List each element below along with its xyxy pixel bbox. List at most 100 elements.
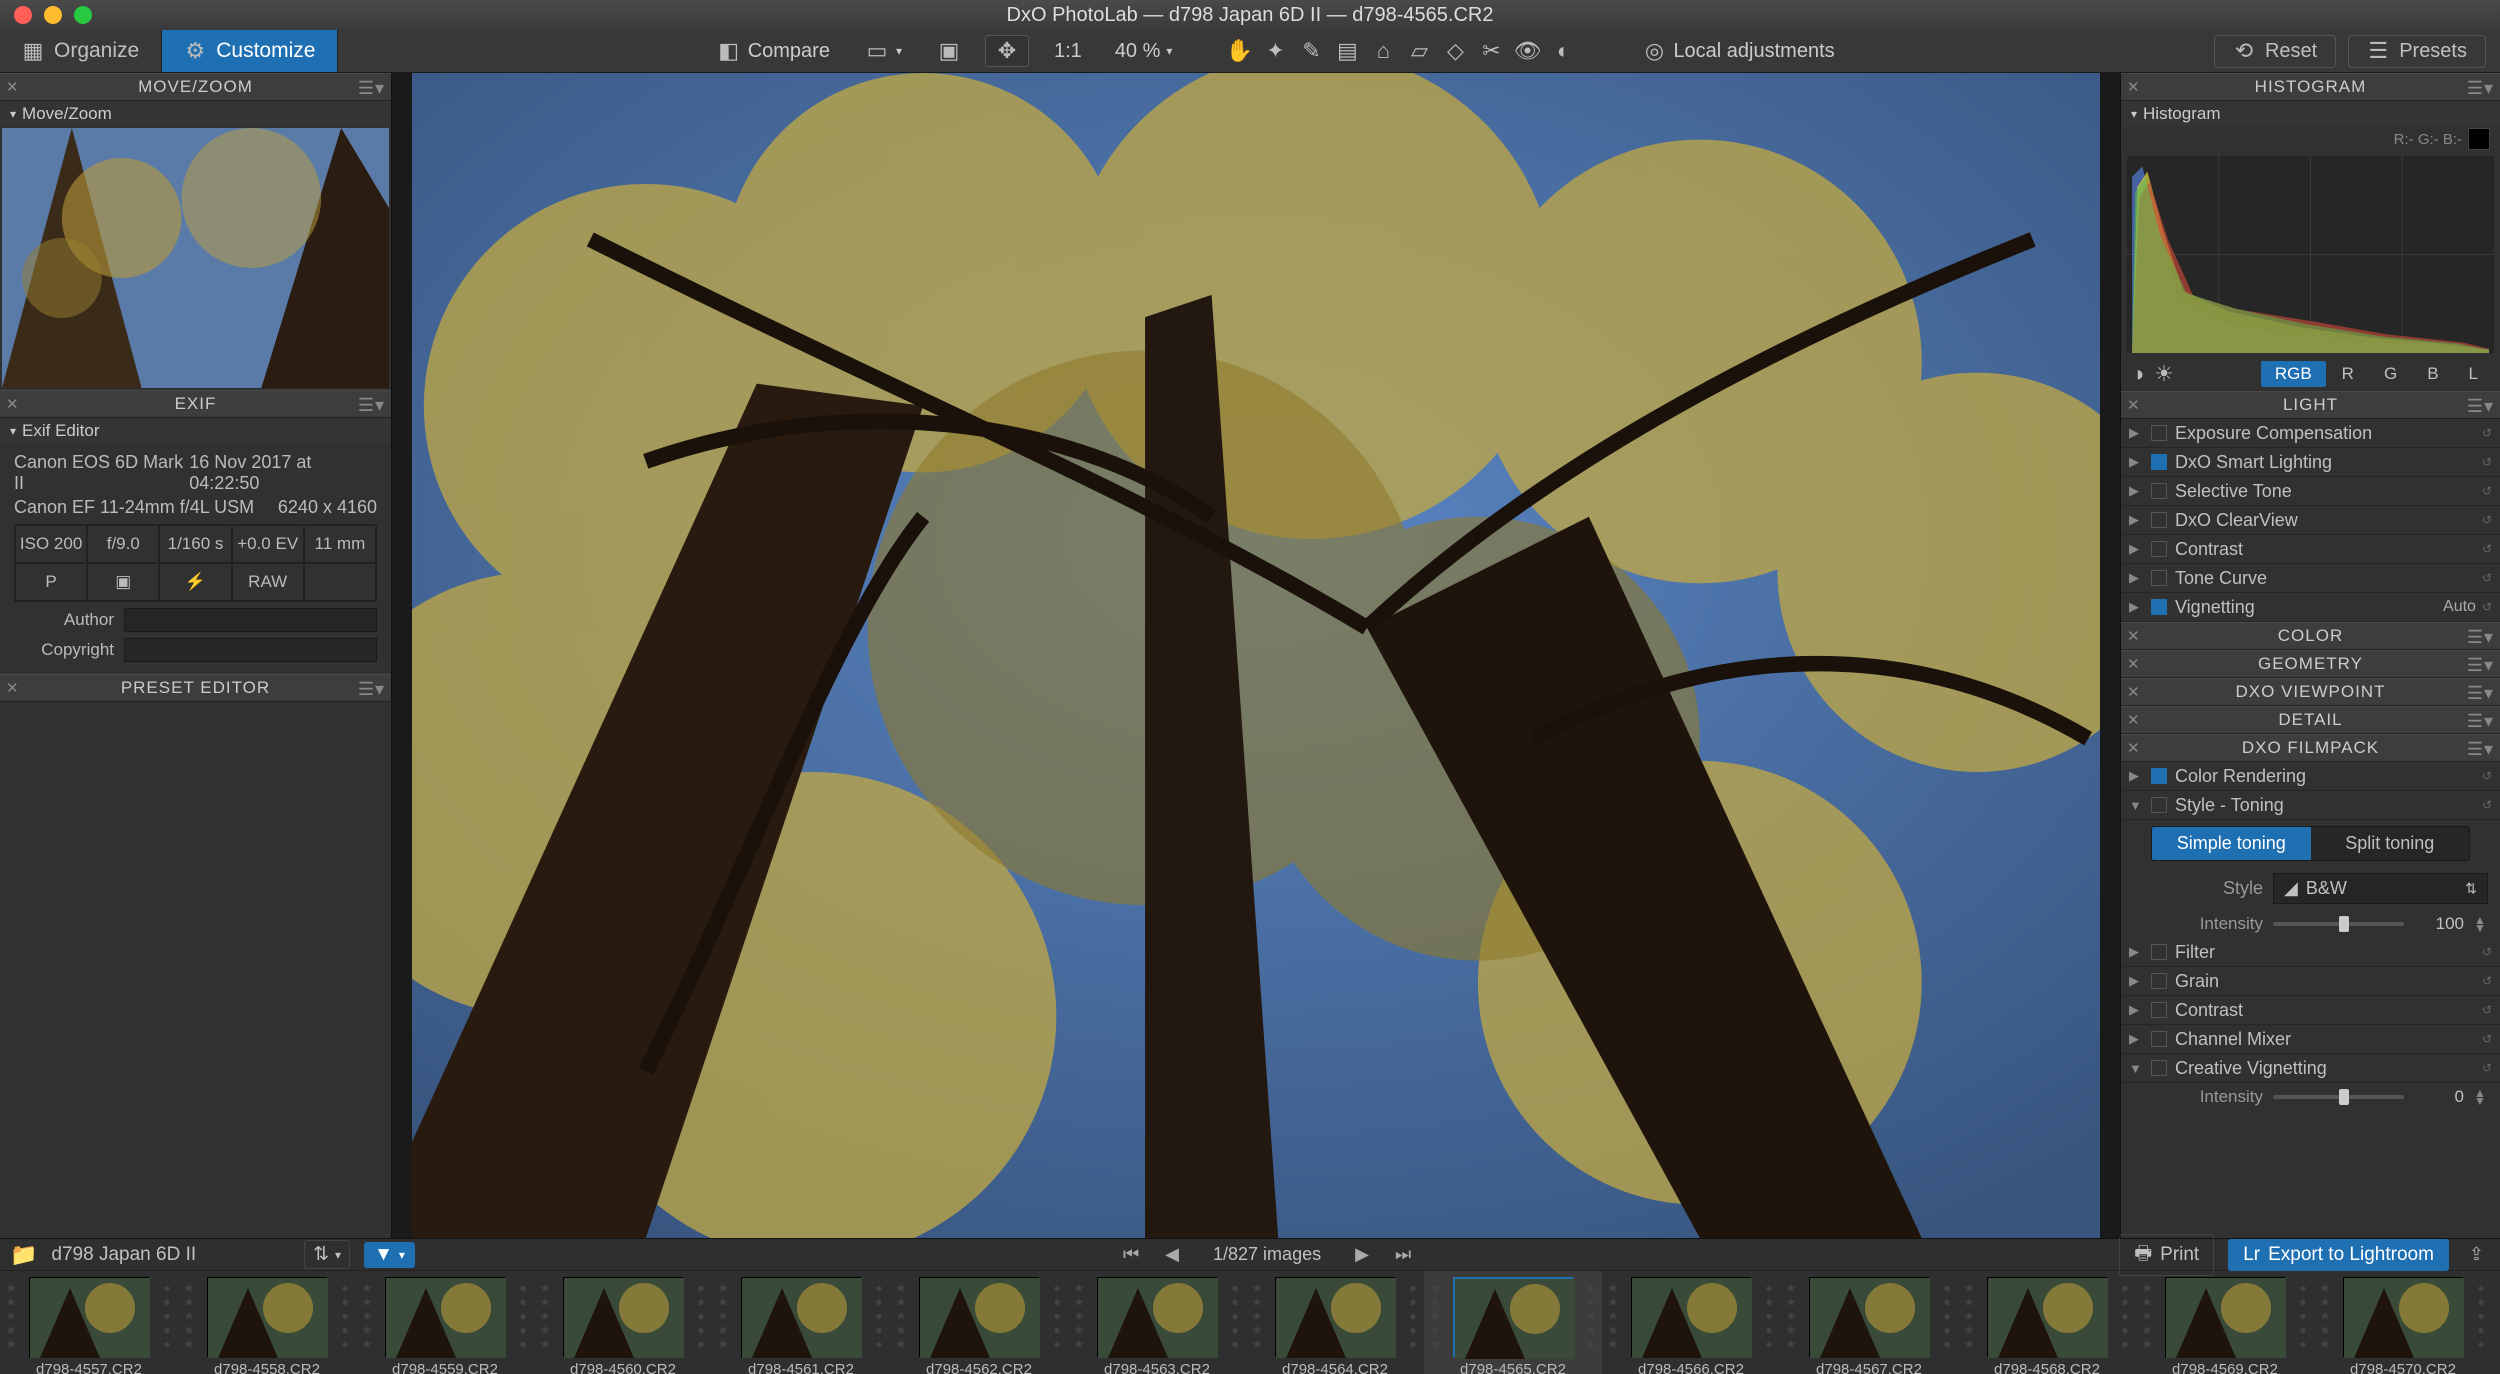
thumbnail-cell[interactable]: ★★★★★●●●●●d798-4559.CR2 <box>356 1271 534 1374</box>
export-lightroom-button[interactable]: LrExport to Lightroom <box>2228 1239 2449 1271</box>
adj-style-toning[interactable]: ▼Style - Toning↺ <box>2121 791 2500 820</box>
checkbox-icon[interactable] <box>2151 973 2167 989</box>
color-label-dots[interactable]: ●●●●● <box>1584 1281 1598 1351</box>
menu-icon[interactable]: ☰▾ <box>2467 739 2494 760</box>
close-icon[interactable]: ✕ <box>2127 627 2141 645</box>
share-button[interactable]: ⇪ <box>2463 1242 2490 1267</box>
adj-contrast[interactable]: ▶Contrast↺ <box>2121 535 2500 564</box>
thumbnail-cell[interactable]: ★★★★★●●●●●d798-4570.CR2 <box>2314 1271 2492 1374</box>
close-icon[interactable]: ✕ <box>2127 683 2141 701</box>
adj-fp-contrast[interactable]: ▶Contrast↺ <box>2121 996 2500 1025</box>
menu-icon[interactable]: ☰▾ <box>2467 78 2494 99</box>
menu-icon[interactable]: ☰▾ <box>358 78 385 99</box>
color-label-dots[interactable]: ●●●●● <box>1406 1281 1420 1351</box>
adj-creative-vignetting[interactable]: ▼Creative Vignetting↺ <box>2121 1054 2500 1083</box>
reset-icon[interactable]: ↺ <box>2482 484 2492 498</box>
redeye-tool[interactable]: ▤ <box>1336 40 1358 62</box>
thumbnail-cell[interactable]: ★★★★★●●●●●d798-4569.CR2 <box>2136 1271 2314 1374</box>
checkbox-icon[interactable] <box>2151 512 2167 528</box>
rating-stars[interactable]: ★★★★★ <box>894 1281 908 1351</box>
minimize-icon[interactable] <box>44 6 62 24</box>
thumbnail-cell[interactable]: ★★★★★●●●●●d798-4564.CR2 <box>1246 1271 1424 1374</box>
cv-intensity-slider[interactable] <box>2273 1095 2404 1099</box>
fit-button[interactable]: ▣ <box>927 35 971 67</box>
rating-stars[interactable]: ★★★★★ <box>1250 1281 1264 1351</box>
menu-icon[interactable]: ☰▾ <box>2467 683 2494 704</box>
reset-icon[interactable]: ↺ <box>2482 945 2492 959</box>
checkbox-icon[interactable] <box>2151 944 2167 960</box>
adj-smart-lighting[interactable]: ▶DxO Smart Lighting↺ <box>2121 448 2500 477</box>
menu-icon[interactable]: ☰▾ <box>2467 627 2494 648</box>
prev-button[interactable]: ◀ <box>1159 1242 1185 1267</box>
rating-stars[interactable]: ★★★★★ <box>360 1281 374 1351</box>
menu-icon[interactable]: ☰▾ <box>2467 655 2494 676</box>
compare-button[interactable]: ◧ Compare <box>707 35 841 68</box>
channel-l[interactable]: L <box>2455 361 2492 387</box>
zoom-dropdown[interactable]: 40 %▾ <box>1107 40 1181 63</box>
wand-tool[interactable]: ✦ <box>1264 40 1286 62</box>
close-icon[interactable] <box>14 6 32 24</box>
print-button[interactable]: 🖶Print <box>2119 1234 2214 1276</box>
sort-button[interactable]: ⇅ ▾ <box>304 1240 350 1269</box>
menu-icon[interactable]: ☰▾ <box>2467 711 2494 732</box>
rating-stars[interactable]: ★★★★★ <box>2140 1281 2154 1351</box>
rating-stars[interactable]: ★★★★★ <box>182 1281 196 1351</box>
reset-icon[interactable]: ↺ <box>2482 571 2492 585</box>
adj-color-rendering[interactable]: ▶Color Rendering↺ <box>2121 762 2500 791</box>
checkbox-icon[interactable] <box>2151 797 2167 813</box>
crop-tool[interactable]: ⌂ <box>1372 40 1394 62</box>
close-icon[interactable]: ✕ <box>2127 396 2141 414</box>
thumbnail-cell[interactable]: ★★★★★●●●●●d798-4562.CR2 <box>890 1271 1068 1374</box>
thumbnail-cell[interactable]: ★★★★★●●●●●d798-4560.CR2 <box>534 1271 712 1374</box>
color-label-dots[interactable]: ●●●●● <box>1050 1281 1064 1351</box>
channel-g[interactable]: G <box>2370 361 2411 387</box>
layout-dropdown[interactable]: ▭▾ <box>855 35 913 67</box>
movezoom-subheader[interactable]: ▾ Move/Zoom <box>0 101 391 126</box>
color-label-dots[interactable]: ●●●●● <box>2118 1281 2132 1351</box>
close-icon[interactable]: ✕ <box>2127 739 2141 757</box>
color-label-dots[interactable]: ●●●●● <box>2474 1281 2488 1351</box>
channel-b[interactable]: B <box>2413 361 2452 387</box>
adj-clearview[interactable]: ▶DxO ClearView↺ <box>2121 506 2500 535</box>
color-label-dots[interactable]: ●●●●● <box>1762 1281 1776 1351</box>
checkbox-icon[interactable] <box>2151 1002 2167 1018</box>
perspective-tool[interactable]: ◇ <box>1444 40 1466 62</box>
repair-tool[interactable]: ✂ <box>1480 40 1502 62</box>
author-field[interactable] <box>124 608 377 632</box>
color-label-dots[interactable]: ●●●●● <box>2296 1281 2310 1351</box>
rating-stars[interactable]: ★★★★★ <box>2318 1281 2332 1351</box>
intensity-slider[interactable] <box>2273 922 2404 926</box>
rating-stars[interactable]: ★★★★★ <box>1072 1281 1086 1351</box>
rating-stars[interactable]: ★★★★★ <box>1962 1281 1976 1351</box>
reset-icon[interactable]: ↺ <box>2482 455 2492 469</box>
rating-stars[interactable]: ★★★★★ <box>1606 1281 1620 1351</box>
stepper-icon[interactable]: ▲▼ <box>2474 1089 2488 1105</box>
highlight-clip-icon[interactable]: ☀ <box>2153 363 2175 385</box>
menu-icon[interactable]: ☰▾ <box>2467 396 2494 417</box>
navigator-preview[interactable] <box>2 128 389 388</box>
preview-toggle[interactable]: 👁 <box>1516 40 1538 62</box>
reset-icon[interactable]: ↺ <box>2482 798 2492 812</box>
thumbnail-cell[interactable]: ★★★★★●●●●●d798-4567.CR2 <box>1780 1271 1958 1374</box>
adj-vignetting[interactable]: ▶VignettingAuto↺ <box>2121 593 2500 622</box>
adj-tone-curve[interactable]: ▶Tone Curve↺ <box>2121 564 2500 593</box>
menu-icon[interactable]: ☰▾ <box>358 395 385 416</box>
reset-icon[interactable]: ↺ <box>2482 600 2492 614</box>
adj-exposure[interactable]: ▶Exposure Compensation↺ <box>2121 419 2500 448</box>
checkbox-icon[interactable] <box>2151 483 2167 499</box>
thumbnail-strip[interactable]: ★★★★★●●●●●d798-4557.CR2★★★★★●●●●●d798-45… <box>0 1271 2500 1374</box>
next-button[interactable]: ▶ <box>1349 1242 1375 1267</box>
checkbox-icon[interactable] <box>2151 570 2167 586</box>
checkbox-icon[interactable] <box>2151 768 2167 784</box>
thumbnail-cell[interactable]: ★★★★★●●●●●d798-4568.CR2 <box>1958 1271 2136 1374</box>
first-button[interactable]: ⏮ <box>1117 1242 1145 1267</box>
shadow-clip-icon[interactable]: ◗ <box>2129 363 2151 385</box>
checkbox-icon[interactable] <box>2151 1031 2167 1047</box>
color-label-dots[interactable]: ●●●●● <box>1228 1281 1242 1351</box>
thumbnail-cell[interactable]: ★★★★★●●●●●d798-4557.CR2 <box>0 1271 178 1374</box>
histogram-subheader[interactable]: ▾ Histogram <box>2121 101 2500 126</box>
checkbox-icon[interactable] <box>2151 599 2167 615</box>
thumbnail-cell[interactable]: ★★★★★●●●●●d798-4558.CR2 <box>178 1271 356 1374</box>
thumbnail-cell[interactable]: ★★★★★●●●●●d798-4565.CR2 <box>1424 1271 1602 1374</box>
reset-icon[interactable]: ↺ <box>2482 1003 2492 1017</box>
